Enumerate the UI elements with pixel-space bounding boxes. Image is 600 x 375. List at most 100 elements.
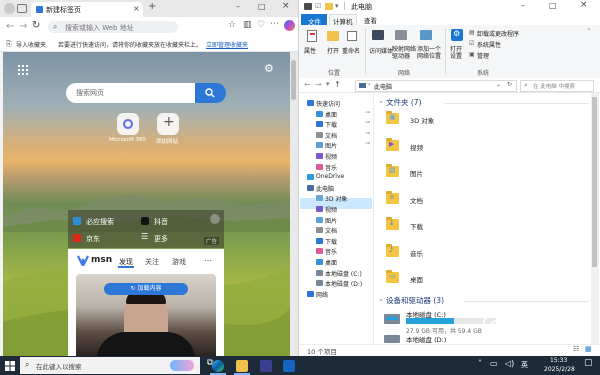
qat-new-folder-icon[interactable] <box>325 3 333 10</box>
qat-dropdown-icon[interactable]: ▾ <box>335 2 339 10</box>
open-folder-icon[interactable] <box>327 31 339 41</box>
nav-item[interactable]: OneDrive <box>299 172 373 182</box>
media-access-icon[interactable] <box>372 30 384 40</box>
import-favorites-link[interactable]: 导入收藏夹 <box>16 40 46 49</box>
msn-tab-follow[interactable]: 关注 <box>145 257 159 267</box>
folder-item[interactable]: ▭ 桌面 <box>382 266 462 290</box>
address-bar[interactable]: ⌕ 搜索或输入 Web 地址 <box>48 21 178 33</box>
close-tab-icon[interactable]: × <box>133 4 140 13</box>
ribbon-manage[interactable]: 管理 <box>477 51 489 60</box>
drives-header[interactable]: 设备和驱动器 (3) <box>386 295 444 306</box>
nav-item[interactable]: 视频 <box>299 204 373 214</box>
qat-properties-icon[interactable]: ☑ <box>315 2 321 10</box>
favorites-star-icon[interactable]: ☆ <box>228 20 236 30</box>
ribbon-system-properties[interactable]: 系统属性 <box>477 40 501 49</box>
web-search-input[interactable]: 搜索网页 <box>66 83 196 103</box>
explorer-scrollbar[interactable] <box>591 93 599 344</box>
recent-locations-icon[interactable]: ▾ <box>326 80 330 88</box>
explorer-search-input[interactable]: ⌕ 在 此电脑 中搜索 <box>520 80 594 92</box>
load-content-button[interactable]: ↻ 加载内容 <box>104 283 188 295</box>
nav-item[interactable]: 视频 <box>299 151 373 161</box>
minimize-icon[interactable]: – <box>236 2 240 11</box>
tab-computer[interactable]: 计算机 <box>329 14 357 26</box>
more-menu-icon[interactable]: ⋯ <box>270 19 279 29</box>
quick-link-microsoft365[interactable] <box>117 113 139 135</box>
volume-icon[interactable]: ◁) <box>505 359 514 368</box>
nav-item[interactable]: 文档 <box>299 225 373 235</box>
link-douyin[interactable]: 抖音 <box>154 217 168 227</box>
tab-view[interactable]: 查看 <box>364 15 377 25</box>
link-jd[interactable]: 京东 <box>86 234 100 244</box>
nav-item[interactable]: 音乐 <box>299 246 373 256</box>
large-icons-view-icon[interactable]: ▦ <box>585 345 592 353</box>
network-icon[interactable]: ▭ <box>490 359 498 368</box>
links-settings-icon[interactable] <box>210 214 220 224</box>
nav-item[interactable]: 桌面 <box>299 257 373 267</box>
back-icon[interactable]: ← <box>6 21 14 32</box>
nav-item[interactable]: 网络 <box>299 289 373 299</box>
ribbon-uninstall[interactable]: 卸载或更改程序 <box>477 29 519 38</box>
tab-file[interactable]: 文件 <box>301 14 327 26</box>
forward-icon[interactable]: → <box>19 21 27 32</box>
open-settings-gear-icon[interactable]: ⚙ <box>451 29 463 41</box>
refresh-icon[interactable]: ↻ <box>32 20 40 31</box>
ribbon-map-drive[interactable]: 映射网络驱动器 <box>392 46 416 60</box>
add-site-button[interactable]: + <box>157 113 179 135</box>
details-view-icon[interactable]: ☷ <box>573 345 579 353</box>
nav-item[interactable]: 快速访问 <box>299 98 373 108</box>
page-scrollbar-thumb[interactable] <box>291 60 296 100</box>
nav-item[interactable]: 此电脑 <box>299 183 373 193</box>
address-path[interactable]: › 此电脑 ⌄ ↻ <box>355 80 517 92</box>
file-explorer-taskbar-icon[interactable] <box>236 360 248 372</box>
nav-item[interactable]: 本地磁盘 (D:) <box>299 278 373 288</box>
taskbar-search-box[interactable]: ⌕ 在此键入以搜索 <box>20 357 200 374</box>
ribbon-media-access[interactable]: 访问媒体 <box>369 46 393 55</box>
nav-item[interactable]: 文档 ⊸ <box>299 130 373 140</box>
close-window-icon[interactable]: × <box>580 0 588 10</box>
collapse-folders-icon[interactable]: ⌄ <box>378 97 384 105</box>
properties-icon[interactable] <box>307 30 317 42</box>
nav-item[interactable]: 图片 <box>299 215 373 225</box>
nav-item[interactable]: 本地磁盘 (C:) <box>299 268 373 278</box>
folder-item[interactable]: ▨ 图片 <box>382 160 462 184</box>
ribbon-rename[interactable]: 重命名 <box>342 46 360 55</box>
windows-start-icon[interactable] <box>5 361 15 371</box>
ribbon-properties[interactable]: 属性 <box>304 46 316 55</box>
folder-item[interactable]: ▶ 视频 <box>382 134 462 158</box>
apps-grid-icon[interactable] <box>18 65 28 75</box>
path-dropdown-icon[interactable]: ⌄ <box>496 81 501 88</box>
link-bing[interactable]: 必应搜索 <box>86 217 114 227</box>
web-search-button[interactable] <box>195 83 226 103</box>
page-settings-gear-icon[interactable]: ⚙ <box>264 62 274 75</box>
up-icon[interactable]: ↑ <box>334 80 341 89</box>
maximize-icon[interactable]: □ <box>258 2 266 11</box>
ribbon-add-network[interactable]: 添加一个网络位置 <box>417 46 443 60</box>
refresh-icon[interactable]: ↻ <box>507 81 512 88</box>
link-more[interactable]: 更多 <box>154 234 168 244</box>
nav-item[interactable]: 下载 ⊸ <box>299 119 373 129</box>
nav-item[interactable]: 下载 <box>299 236 373 246</box>
split-screen-icon[interactable]: ▥ <box>243 20 252 30</box>
new-tab-icon[interactable]: + <box>148 1 156 12</box>
close-window-icon[interactable]: × <box>282 1 290 11</box>
folder-item[interactable]: ≡ 文档 <box>382 187 462 211</box>
action-center-icon[interactable]: ▢ <box>584 358 593 368</box>
nav-item[interactable]: 图片 ⊸ <box>299 140 373 150</box>
mail-taskbar-icon[interactable] <box>283 360 295 372</box>
workspaces-icon[interactable] <box>17 4 27 13</box>
clock-time[interactable]: 15:33 <box>550 357 567 364</box>
minimize-icon[interactable]: – <box>521 1 525 10</box>
collapse-drives-icon[interactable]: ⌄ <box>378 295 384 303</box>
msn-tab-games[interactable]: 游戏 <box>172 257 186 267</box>
manage-favorites-link[interactable]: 立即管理收藏夹 <box>206 40 248 49</box>
copilot-icon[interactable] <box>284 20 295 31</box>
ribbon-open-settings[interactable]: 打开设置 <box>450 46 464 60</box>
nav-item[interactable]: 音乐 <box>299 162 373 172</box>
collapse-ribbon-icon[interactable]: ˄ <box>587 28 591 36</box>
store-taskbar-icon[interactable] <box>260 360 272 372</box>
folder-item[interactable]: ↓ 下载 <box>382 213 462 237</box>
explorer-scrollbar-thumb[interactable] <box>592 97 597 267</box>
ime-indicator[interactable]: 英 <box>521 360 528 370</box>
map-drive-icon[interactable] <box>395 30 407 40</box>
rename-icon[interactable] <box>347 31 357 41</box>
